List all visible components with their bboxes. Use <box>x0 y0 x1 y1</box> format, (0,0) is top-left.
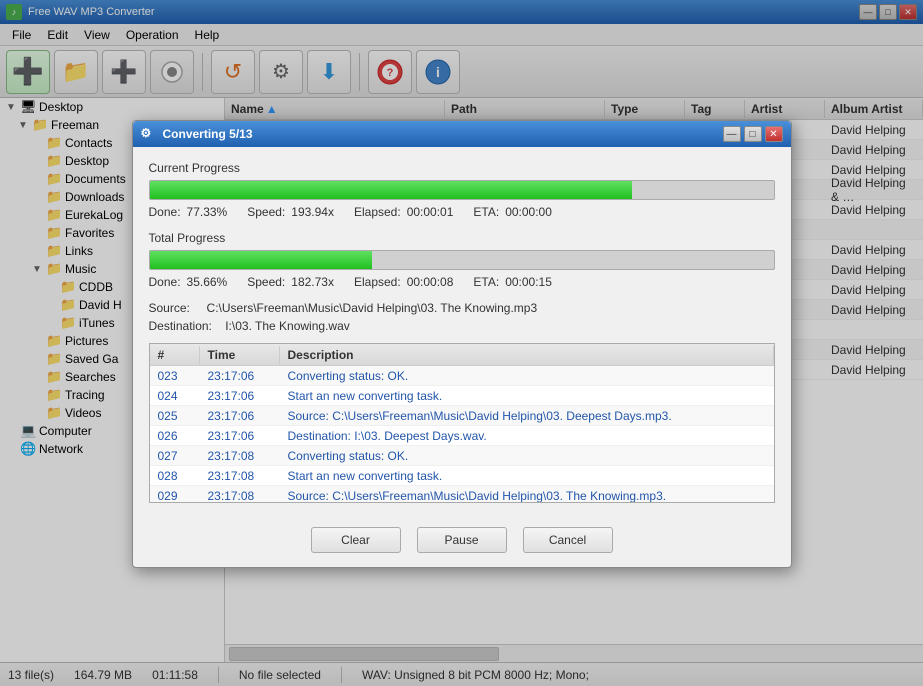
total-eta-label: ETA: <box>473 275 499 289</box>
log-item[interactable]: 024 23:17:06 Start an new converting tas… <box>150 386 774 406</box>
current-progress-label: Current Progress <box>149 161 775 175</box>
pause-button[interactable]: Pause <box>417 527 507 553</box>
dest-value: I:\03. The Knowing.wav <box>225 319 350 333</box>
current-speed-stat: Speed: 193.94x <box>247 205 334 219</box>
log-desc: Source: C:\Users\Freeman\Music\David Hel… <box>280 409 774 423</box>
log-num: 023 <box>150 369 200 383</box>
dest-row: Destination: I:\03. The Knowing.wav <box>149 319 775 333</box>
current-elapsed-label: Elapsed: <box>354 205 401 219</box>
current-elapsed-stat: Elapsed: 00:00:01 <box>354 205 453 219</box>
cancel-button[interactable]: Cancel <box>523 527 613 553</box>
dest-label: Destination: <box>149 319 212 333</box>
log-col-num: # <box>150 346 200 364</box>
total-progress-bar-fill <box>150 251 373 269</box>
log-item[interactable]: 023 23:17:06 Converting status: OK. <box>150 366 774 386</box>
log-desc: Converting status: OK. <box>280 449 774 463</box>
modal-maximize-button[interactable]: □ <box>744 126 762 142</box>
modal-controls[interactable]: — □ ✕ <box>723 126 783 142</box>
modal-title-bar: ⚙ Converting 5/13 — □ ✕ <box>133 121 791 147</box>
converting-modal: ⚙ Converting 5/13 — □ ✕ Current Progress… <box>132 120 792 568</box>
log-col-desc: Description <box>280 346 774 364</box>
log-time: 23:17:06 <box>200 389 280 403</box>
total-progress-bar-container <box>149 250 775 270</box>
log-item[interactable]: 027 23:17:08 Converting status: OK. <box>150 446 774 466</box>
log-num: 028 <box>150 469 200 483</box>
total-done-value: 35.66% <box>187 275 228 289</box>
log-time: 23:17:06 <box>200 369 280 383</box>
total-progress-stats: Done: 35.66% Speed: 182.73x Elapsed: 00:… <box>149 275 775 289</box>
current-progress-bar-fill <box>150 181 633 199</box>
log-col-time: Time <box>200 346 280 364</box>
total-progress-label: Total Progress <box>149 231 775 245</box>
current-done-stat: Done: 77.33% <box>149 205 228 219</box>
current-progress-section: Current Progress Done: 77.33% Speed: 193… <box>149 161 775 219</box>
log-desc: Start an new converting task. <box>280 389 774 403</box>
total-speed-stat: Speed: 182.73x <box>247 275 334 289</box>
log-desc: Start an new converting task. <box>280 469 774 483</box>
log-time: 23:17:06 <box>200 429 280 443</box>
source-row: Source: C:\Users\Freeman\Music\David Hel… <box>149 301 775 315</box>
log-time: 23:17:08 <box>200 489 280 503</box>
current-done-label: Done: <box>149 205 181 219</box>
modal-app-icon: ⚙ <box>141 126 157 142</box>
log-desc: Converting status: OK. <box>280 369 774 383</box>
modal-title: Converting 5/13 <box>163 127 253 141</box>
clear-button[interactable]: Clear <box>311 527 401 553</box>
total-done-stat: Done: 35.66% <box>149 275 228 289</box>
log-container[interactable]: # Time Description 023 23:17:06 Converti… <box>149 343 775 503</box>
total-elapsed-value: 00:00:08 <box>407 275 454 289</box>
modal-overlay: ⚙ Converting 5/13 — □ ✕ Current Progress… <box>0 0 923 686</box>
current-eta-label: ETA: <box>473 205 499 219</box>
log-num: 024 <box>150 389 200 403</box>
total-speed-label: Speed: <box>247 275 285 289</box>
current-done-value: 77.33% <box>187 205 228 219</box>
modal-minimize-button[interactable]: — <box>723 126 741 142</box>
modal-title-left: ⚙ Converting 5/13 <box>141 126 253 142</box>
total-elapsed-stat: Elapsed: 00:00:08 <box>354 275 453 289</box>
log-item[interactable]: 025 23:17:06 Source: C:\Users\Freeman\Mu… <box>150 406 774 426</box>
log-desc: Source: C:\Users\Freeman\Music\David Hel… <box>280 489 774 503</box>
log-num: 027 <box>150 449 200 463</box>
total-eta-stat: ETA: 00:00:15 <box>473 275 552 289</box>
log-item[interactable]: 029 23:17:08 Source: C:\Users\Freeman\Mu… <box>150 486 774 503</box>
log-time: 23:17:08 <box>200 449 280 463</box>
current-eta-value: 00:00:00 <box>505 205 552 219</box>
source-label: Source: <box>149 301 190 315</box>
modal-close-button[interactable]: ✕ <box>765 126 783 142</box>
total-eta-value: 00:00:15 <box>505 275 552 289</box>
log-header: # Time Description <box>150 344 774 366</box>
current-elapsed-value: 00:00:01 <box>407 205 454 219</box>
modal-body: Current Progress Done: 77.33% Speed: 193… <box>133 147 791 517</box>
log-time: 23:17:06 <box>200 409 280 423</box>
total-done-label: Done: <box>149 275 181 289</box>
current-speed-label: Speed: <box>247 205 285 219</box>
total-elapsed-label: Elapsed: <box>354 275 401 289</box>
log-num: 026 <box>150 429 200 443</box>
total-progress-section: Total Progress Done: 35.66% Speed: 182.7… <box>149 231 775 289</box>
total-speed-value: 182.73x <box>291 275 334 289</box>
source-value: C:\Users\Freeman\Music\David Helping\03.… <box>207 301 538 315</box>
log-desc: Destination: I:\03. Deepest Days.wav. <box>280 429 774 443</box>
log-item[interactable]: 026 23:17:06 Destination: I:\03. Deepest… <box>150 426 774 446</box>
current-speed-value: 193.94x <box>291 205 334 219</box>
current-progress-bar-container <box>149 180 775 200</box>
log-num: 029 <box>150 489 200 503</box>
current-eta-stat: ETA: 00:00:00 <box>473 205 552 219</box>
log-num: 025 <box>150 409 200 423</box>
log-item[interactable]: 028 23:17:08 Start an new converting tas… <box>150 466 774 486</box>
log-time: 23:17:08 <box>200 469 280 483</box>
modal-footer: Clear Pause Cancel <box>133 517 791 567</box>
current-progress-stats: Done: 77.33% Speed: 193.94x Elapsed: 00:… <box>149 205 775 219</box>
